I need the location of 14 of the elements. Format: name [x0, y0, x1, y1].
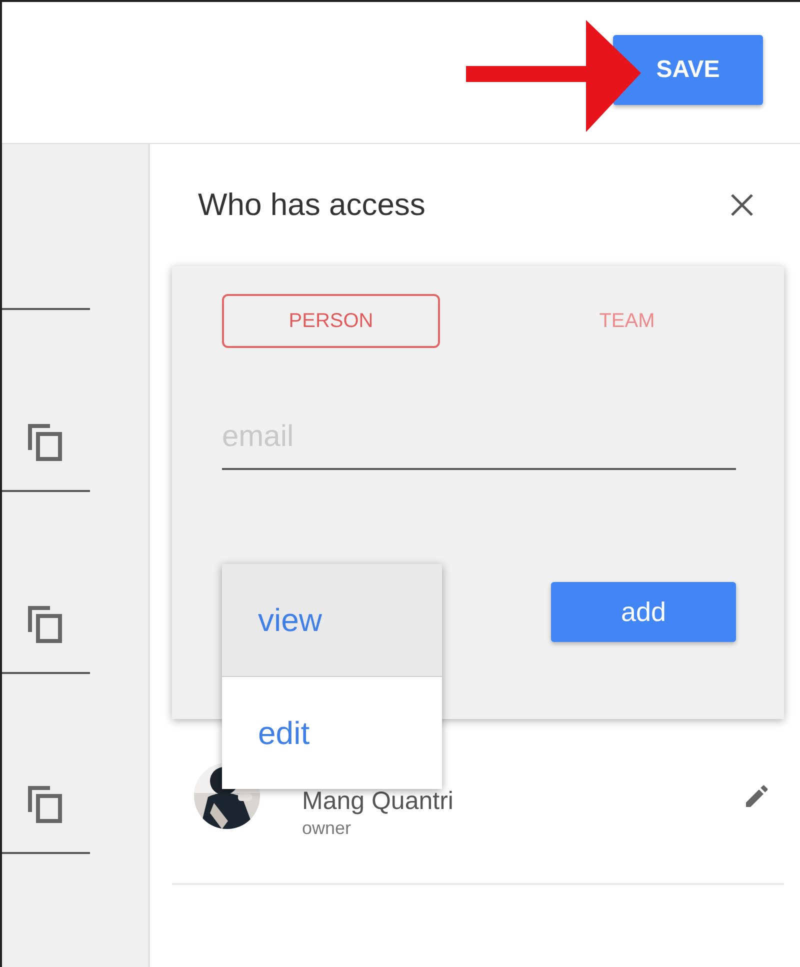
member-name: Mang Quantri — [302, 787, 454, 816]
copy-icon[interactable] — [26, 604, 64, 644]
close-icon[interactable] — [730, 193, 754, 217]
copy-icon[interactable] — [26, 422, 64, 462]
copy-icon[interactable] — [26, 784, 64, 824]
member-role: owner — [302, 818, 352, 839]
menu-item[interactable]: view — [222, 564, 442, 677]
tab[interactable]: TEAM — [518, 294, 736, 348]
tab[interactable]: PERSON — [222, 294, 440, 348]
pencil-icon[interactable] — [746, 785, 768, 807]
save-button[interactable]: SAVE — [613, 35, 763, 105]
add-button[interactable]: add — [551, 582, 736, 642]
panel-title: Who has access — [198, 187, 426, 223]
menu-item[interactable]: edit — [222, 677, 442, 789]
